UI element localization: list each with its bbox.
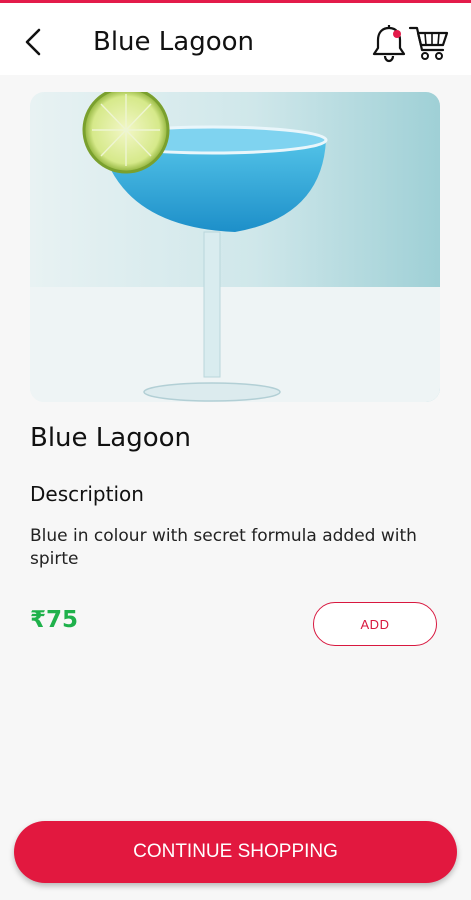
notification-dot <box>393 30 401 38</box>
product-name: Blue Lagoon <box>30 423 192 453</box>
description-heading: Description <box>30 482 144 506</box>
bell-icon[interactable] <box>371 23 407 63</box>
chevron-left-icon[interactable] <box>22 27 46 57</box>
cart-icon[interactable] <box>408 23 450 63</box>
continue-shopping-button[interactable]: CONTINUE SHOPPING <box>14 821 457 883</box>
product-image <box>30 92 440 402</box>
product-description: Blue in colour with secret formula added… <box>30 526 417 569</box>
app-header: Blue Lagoon <box>0 3 471 75</box>
page-title: Blue Lagoon <box>93 27 255 57</box>
add-to-cart-button[interactable]: ADD <box>313 602 437 646</box>
product-price: ₹75 <box>30 607 79 633</box>
